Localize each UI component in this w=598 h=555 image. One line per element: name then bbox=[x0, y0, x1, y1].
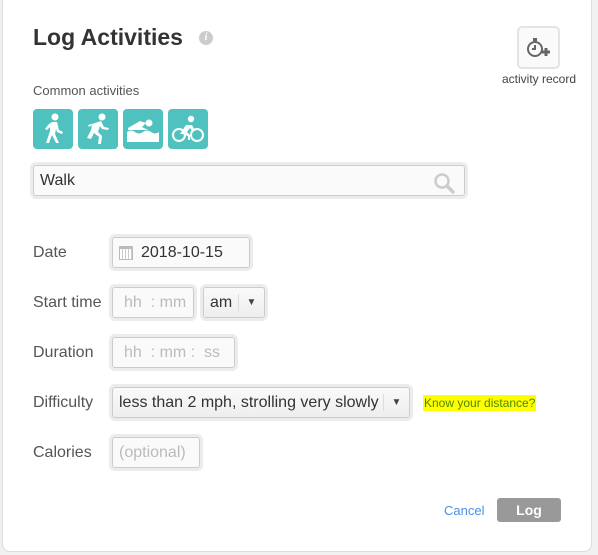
date-label: Date bbox=[33, 244, 67, 261]
know-your-distance-link[interactable]: Know your distance? bbox=[423, 395, 537, 411]
activity-swim-button[interactable] bbox=[123, 109, 163, 149]
duration-sep: : bbox=[190, 343, 196, 361]
activity-record-label: activity record bbox=[501, 72, 577, 86]
start-hh[interactable]: hh bbox=[124, 294, 142, 312]
difficulty-label: Difficulty bbox=[33, 394, 94, 411]
activity-walk-button[interactable] bbox=[33, 109, 73, 149]
start-mm[interactable]: mm bbox=[160, 294, 187, 312]
info-icon[interactable]: i bbox=[199, 31, 213, 45]
chevron-down-icon: ▼ bbox=[383, 394, 409, 411]
chevron-down-icon: ▼ bbox=[238, 294, 264, 311]
start-time-input[interactable]: hh : mm bbox=[112, 287, 194, 318]
start-time-label: Start time bbox=[33, 294, 102, 311]
date-input[interactable]: 2018-10-15 bbox=[112, 237, 250, 268]
duration-ss[interactable]: ss bbox=[204, 344, 220, 362]
cycling-icon bbox=[172, 115, 204, 142]
common-activities-label: Common activities bbox=[33, 83, 140, 98]
date-value: 2018-10-15 bbox=[141, 243, 223, 261]
search-value: Walk bbox=[40, 171, 75, 189]
calories-label: Calories bbox=[33, 444, 92, 461]
page-title: Log Activities bbox=[33, 24, 183, 50]
log-button[interactable]: Log bbox=[497, 498, 561, 522]
duration-input[interactable]: hh : mm : ss bbox=[112, 337, 235, 368]
cancel-button[interactable]: Cancel bbox=[444, 503, 484, 518]
ampm-select[interactable]: am ▼ bbox=[203, 287, 265, 318]
duration-sep: : bbox=[150, 343, 156, 361]
running-icon bbox=[87, 113, 109, 144]
duration-mm[interactable]: mm bbox=[160, 344, 187, 362]
duration-label: Duration bbox=[33, 344, 94, 361]
activity-run-button[interactable] bbox=[78, 109, 118, 149]
activity-bike-button[interactable] bbox=[168, 109, 208, 149]
activity-search-input[interactable]: Walk bbox=[33, 165, 465, 196]
stopwatch-plus-icon bbox=[526, 37, 550, 57]
activity-record-button[interactable] bbox=[517, 26, 560, 69]
calendar-icon[interactable] bbox=[119, 245, 133, 260]
calories-input[interactable]: (optional) bbox=[112, 437, 200, 468]
search-icon[interactable] bbox=[433, 172, 455, 194]
walking-icon bbox=[45, 113, 63, 143]
ampm-value: am bbox=[210, 293, 233, 311]
difficulty-select[interactable]: less than 2 mph, strolling very slowly ▼ bbox=[112, 387, 410, 418]
calories-placeholder: (optional) bbox=[119, 443, 186, 461]
duration-hh[interactable]: hh bbox=[124, 344, 142, 362]
swimming-icon bbox=[127, 119, 159, 142]
difficulty-value: less than 2 mph, strolling very slowly bbox=[119, 393, 379, 411]
start-sep: : bbox=[150, 293, 156, 311]
